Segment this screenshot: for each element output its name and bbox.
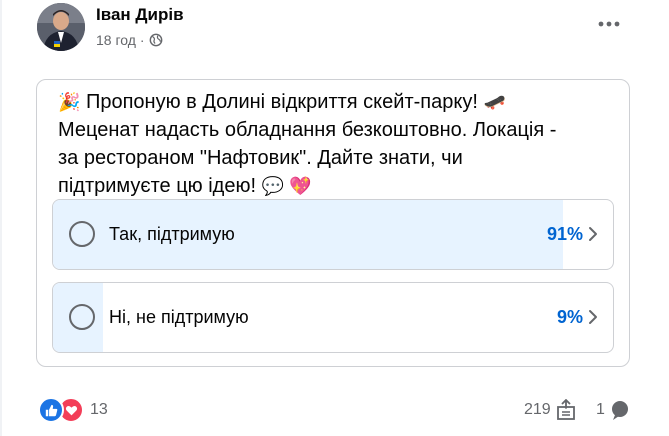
- more-icon: [598, 21, 620, 27]
- party-emoji: 🎉: [58, 92, 81, 112]
- poll-option-label: Ні, не підтримую: [109, 307, 249, 327]
- poll-question: 🎉 Пропоную в Долині відкриття скейт-парк…: [58, 88, 598, 200]
- avatar[interactable]: [37, 3, 85, 51]
- radio-button[interactable]: [69, 304, 95, 330]
- comments-summary[interactable]: 1: [596, 399, 631, 421]
- share-icon: [556, 399, 575, 420]
- radio-button[interactable]: [69, 221, 95, 247]
- more-options-button[interactable]: [596, 14, 622, 34]
- poll-option-percent: 9%: [556, 307, 583, 327]
- shares-summary[interactable]: 219: [524, 399, 577, 421]
- meta-separator: ·: [139, 32, 145, 48]
- question-line-3: за рестораном "Нафтовик". Дайте знати, ч…: [58, 147, 463, 169]
- shares-count: 219: [524, 401, 551, 418]
- poll-option-percent: 91%: [546, 224, 583, 244]
- post-meta: 18 год ·: [96, 32, 163, 48]
- poll-option-yes[interactable]: Так, підтримую 91%: [52, 199, 614, 270]
- question-line-2: Меценат надасть обладнання безкоштовно. …: [58, 119, 557, 141]
- question-line-1: 🎉 Пропоную в Долині відкриття скейт-парк…: [58, 91, 506, 113]
- poll-option-no[interactable]: Ні, не підтримую 9%: [52, 282, 614, 353]
- reactions-summary[interactable]: 13: [38, 397, 108, 423]
- question-line-4: підтримуєте цю ідею! 💬 💖: [58, 175, 312, 197]
- post-time[interactable]: 18 год: [96, 32, 136, 48]
- avatar-photo: [37, 3, 85, 51]
- feed-edge: [0, 0, 2, 436]
- poll-option-label: Так, підтримую: [109, 224, 235, 244]
- globe-icon: [149, 33, 162, 47]
- comment-icon: [611, 401, 628, 420]
- comments-count: 1: [596, 401, 605, 418]
- chevron-right-icon: [589, 310, 597, 324]
- like-icon: [38, 397, 64, 423]
- reactions-count: 13: [90, 401, 108, 418]
- skateboard-emoji: 🛹: [483, 92, 506, 112]
- speech-heart-emojis: 💬 💖: [261, 176, 312, 196]
- author-name[interactable]: Іван Дирів: [96, 5, 184, 25]
- chevron-right-icon: [589, 227, 597, 241]
- post-card: Іван Дирів 18 год · 🎉 Пропоную в Долині …: [0, 0, 669, 436]
